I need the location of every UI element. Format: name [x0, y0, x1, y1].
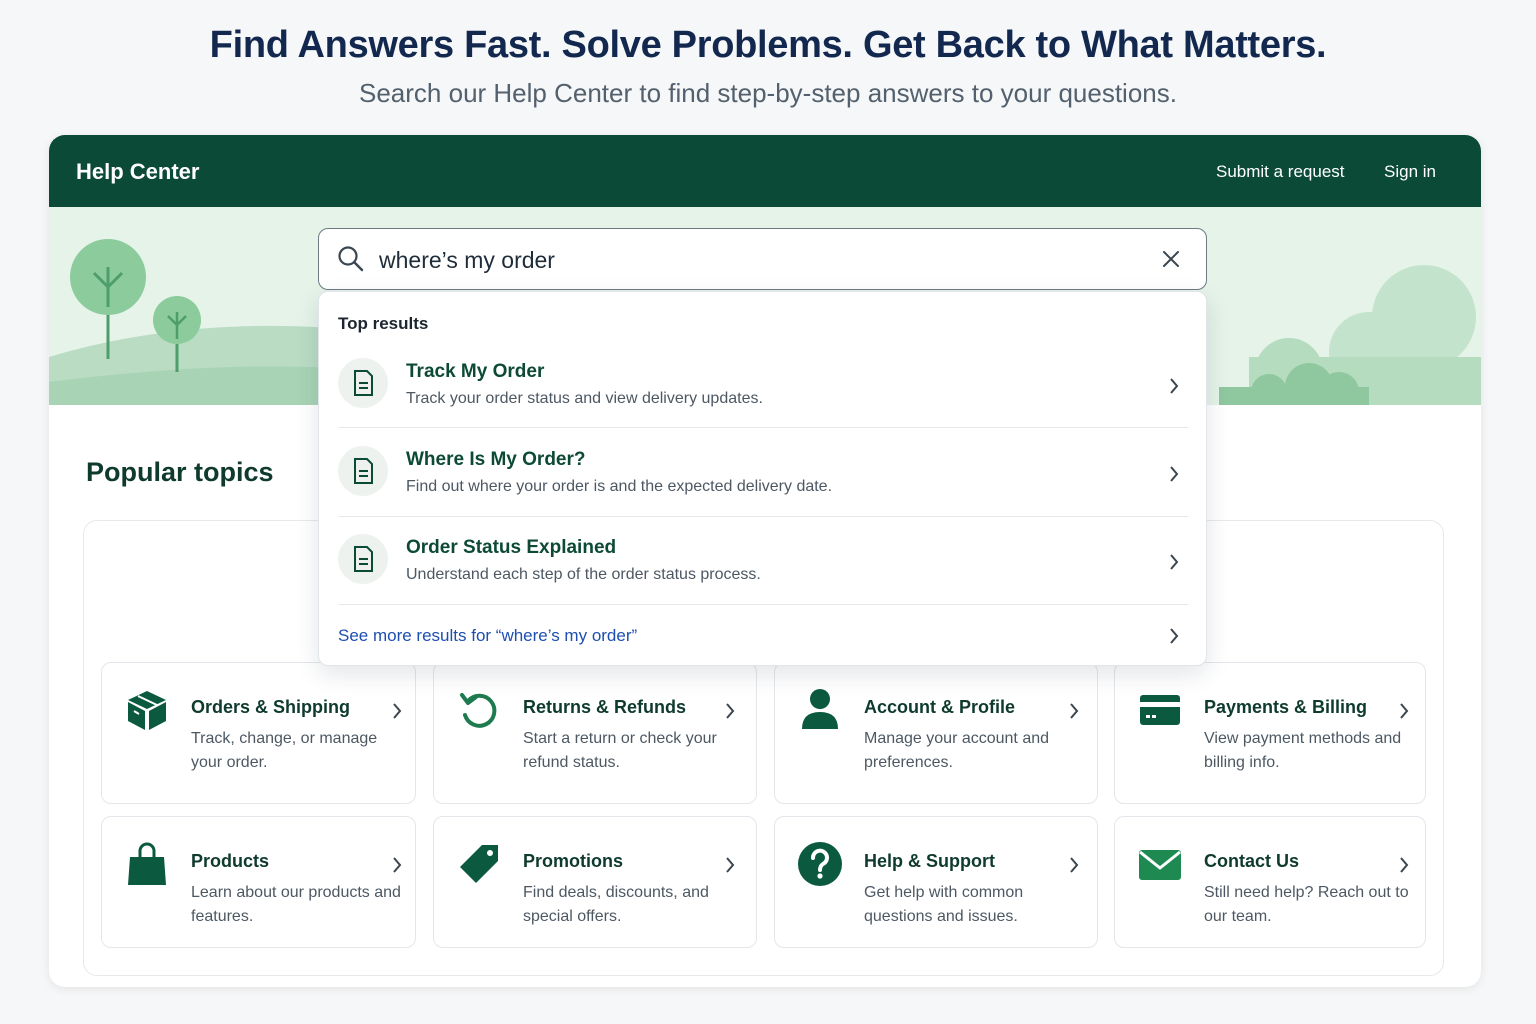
return-arrow-icon [460, 693, 497, 728]
topic-promotions[interactable]: Promotions Find deals, discounts, and sp… [433, 816, 757, 948]
topic-description: Learn about our products and features. [191, 884, 401, 925]
topic-description: Manage your account and preferences. [864, 730, 1050, 771]
chevron-right-icon [1400, 703, 1409, 719]
topic-title: Orders & Shipping [191, 697, 351, 717]
chevron-right-icon [1400, 857, 1409, 873]
topic-description: Find deals, discounts, and special offer… [523, 884, 709, 925]
search-result-item[interactable]: Order Status Explained Understand each s… [338, 468, 1188, 584]
chevron-right-icon [1170, 554, 1179, 570]
result-title[interactable]: Order Status Explained [406, 537, 616, 559]
topic-title: Help & Support [864, 851, 995, 871]
topic-help-support[interactable]: Help & Support Get help with common ques… [774, 816, 1098, 948]
user-icon [802, 689, 838, 729]
search-result-item[interactable]: Track My Order Track your order status a… [338, 292, 1188, 408]
topic-description: Track, change, or manage your order. [191, 730, 378, 771]
top-navigation-bar: Help Center Submit a request Sign in [49, 135, 1481, 207]
topic-returns-refunds[interactable]: Returns & Refunds Start a return or chec… [433, 662, 757, 804]
chevron-right-icon [1070, 857, 1079, 873]
search-results-dropdown: Top results Track My Order Track your or… [318, 291, 1207, 666]
brand-title[interactable]: Help Center [76, 159, 199, 185]
tag-icon [460, 845, 498, 883]
package-icon [128, 691, 166, 730]
topic-account-profile[interactable]: Account & Profile Manage your account an… [774, 662, 1098, 804]
topic-title: Returns & Refunds [523, 697, 687, 717]
sign-in-link[interactable]: Sign in [1384, 162, 1436, 182]
chevron-right-icon [726, 857, 735, 873]
search-bar[interactable] [318, 228, 1207, 290]
chevron-right-icon [1170, 628, 1179, 644]
see-more-results-link[interactable]: See more results for “where’s my order” [338, 626, 637, 646]
divider [338, 604, 1188, 605]
topic-description: Still need help? Reach out to our team. [1204, 884, 1409, 925]
topic-title: Contact Us [1204, 851, 1300, 871]
topic-description: Start a return or check your refund stat… [523, 730, 717, 771]
submit-request-link[interactable]: Submit a request [1216, 162, 1345, 182]
chevron-right-icon [393, 703, 402, 719]
topic-title: Products [191, 851, 270, 871]
search-result-item[interactable]: Where Is My Order? Find out where your o… [338, 380, 1188, 496]
topic-orders-shipping[interactable]: Orders & Shipping Track, change, or mana… [101, 662, 416, 804]
credit-card-icon [1140, 695, 1180, 725]
topic-title: Payments & Billing [1204, 697, 1368, 717]
search-input[interactable] [379, 241, 1139, 279]
chevron-right-icon [726, 703, 735, 719]
topic-payments-billing[interactable]: Payments & Billing View payment methods … [1114, 662, 1426, 804]
search-icon [338, 246, 364, 272]
document-icon [338, 534, 388, 584]
topic-products[interactable]: Products Learn about our products and fe… [101, 816, 416, 948]
topic-description: View payment methods and billing info. [1204, 730, 1402, 771]
chevron-right-icon [393, 857, 402, 873]
result-description: Understand each step of the order status… [406, 566, 761, 583]
chevron-right-icon [1070, 703, 1079, 719]
popular-topics-title: Popular topics [86, 457, 274, 487]
close-icon[interactable] [1161, 249, 1181, 269]
topic-title: Account & Profile [864, 697, 1016, 717]
hero-subtitle: Search our Help Center to find step-by-s… [359, 78, 1177, 108]
topic-contact-us[interactable]: Contact Us Still need help? Reach out to… [1114, 816, 1426, 948]
topic-title: Promotions [523, 851, 624, 871]
question-icon [798, 842, 842, 886]
shopping-bag-icon [128, 842, 166, 885]
envelope-icon [1139, 850, 1181, 880]
topic-description: Get help with common questions and issue… [864, 884, 1024, 925]
hero-title: Find Answers Fast. Solve Problems. Get B… [209, 24, 1327, 66]
